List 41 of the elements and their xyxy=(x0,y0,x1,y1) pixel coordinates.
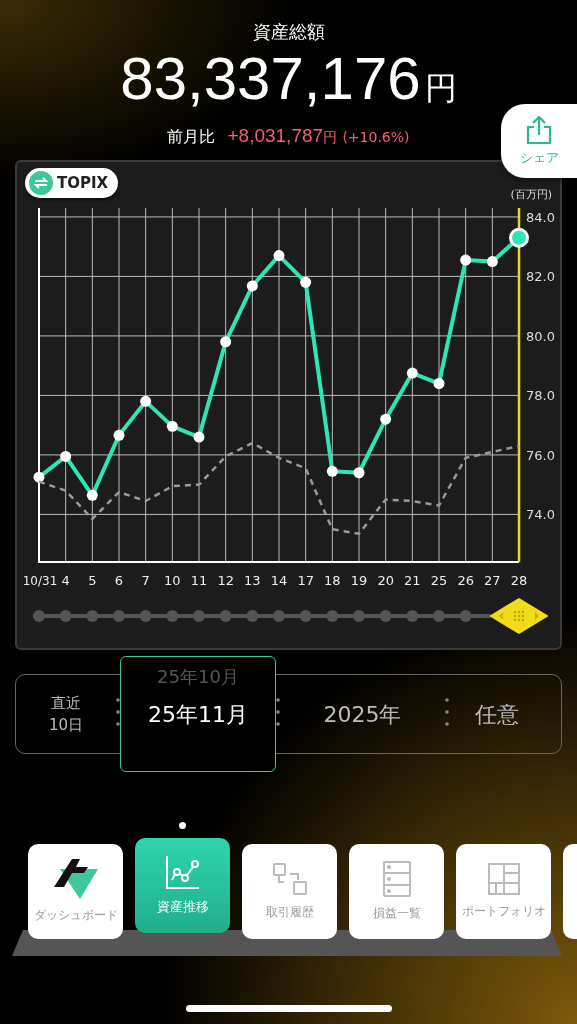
x-tick-label: 13 xyxy=(244,573,261,588)
total-amount: 83,337,176 円 xyxy=(120,46,457,114)
y-tick-label: 80.0 xyxy=(526,328,555,344)
period-option[interactable]: 直近 10日 xyxy=(16,675,116,753)
x-tick-label: 10/31 xyxy=(22,574,58,588)
y-tick-label: 82.0 xyxy=(526,269,555,285)
unit-label: (百万円) xyxy=(510,187,552,202)
share-button[interactable]: シェア xyxy=(501,104,577,178)
y-tick-label: 76.0 xyxy=(526,447,555,463)
x-tick-label: 12 xyxy=(217,573,234,588)
x-tick-label: 28 xyxy=(510,573,528,588)
x-tick-label: 7 xyxy=(141,573,150,588)
change-value: +8,031,787円 (+10.6%) xyxy=(227,125,410,147)
x-tick-label: 19 xyxy=(350,573,368,588)
x-tick-label: 27 xyxy=(484,573,501,588)
benchmark-toggle[interactable]: TOPIX xyxy=(25,168,119,198)
y-tick-label: 78.0 xyxy=(526,388,555,404)
nav-tab[interactable]: 取引履歴 xyxy=(242,844,337,939)
x-tick-label: 10 xyxy=(164,573,181,588)
nav-tab[interactable]: ポートフォリオ xyxy=(456,844,551,939)
nav-tab[interactable]: 損益一覧 xyxy=(349,844,444,939)
x-tick-label: 18 xyxy=(324,573,341,588)
x-tick-label: 4 xyxy=(61,573,70,588)
x-tick-label: 6 xyxy=(114,573,124,588)
nav-tab[interactable]: ダッシュボード xyxy=(28,844,123,939)
y-tick-label: 84.0 xyxy=(526,209,555,225)
x-tick-label: 20 xyxy=(377,573,394,588)
x-tick-label: 11 xyxy=(190,573,208,588)
x-tick-label: 5 xyxy=(88,573,97,588)
change-label: 前月比 xyxy=(167,127,216,148)
previous-option: 25年10月 xyxy=(157,663,239,690)
x-tick-label: 21 xyxy=(404,573,421,588)
period-option[interactable]: 25年10月 25年11月 xyxy=(120,656,276,772)
x-tick-label: 25 xyxy=(430,573,448,588)
assets-title: 資産総額 xyxy=(252,20,325,44)
period-option[interactable]: 2025年 xyxy=(280,675,445,753)
x-tick-label: 17 xyxy=(297,573,314,588)
x-tick-label: 14 xyxy=(270,573,288,588)
x-tick-label: 26 xyxy=(457,573,474,588)
period-option[interactable]: 任意 xyxy=(449,675,544,753)
y-tick-label: 74.0 xyxy=(526,507,555,523)
